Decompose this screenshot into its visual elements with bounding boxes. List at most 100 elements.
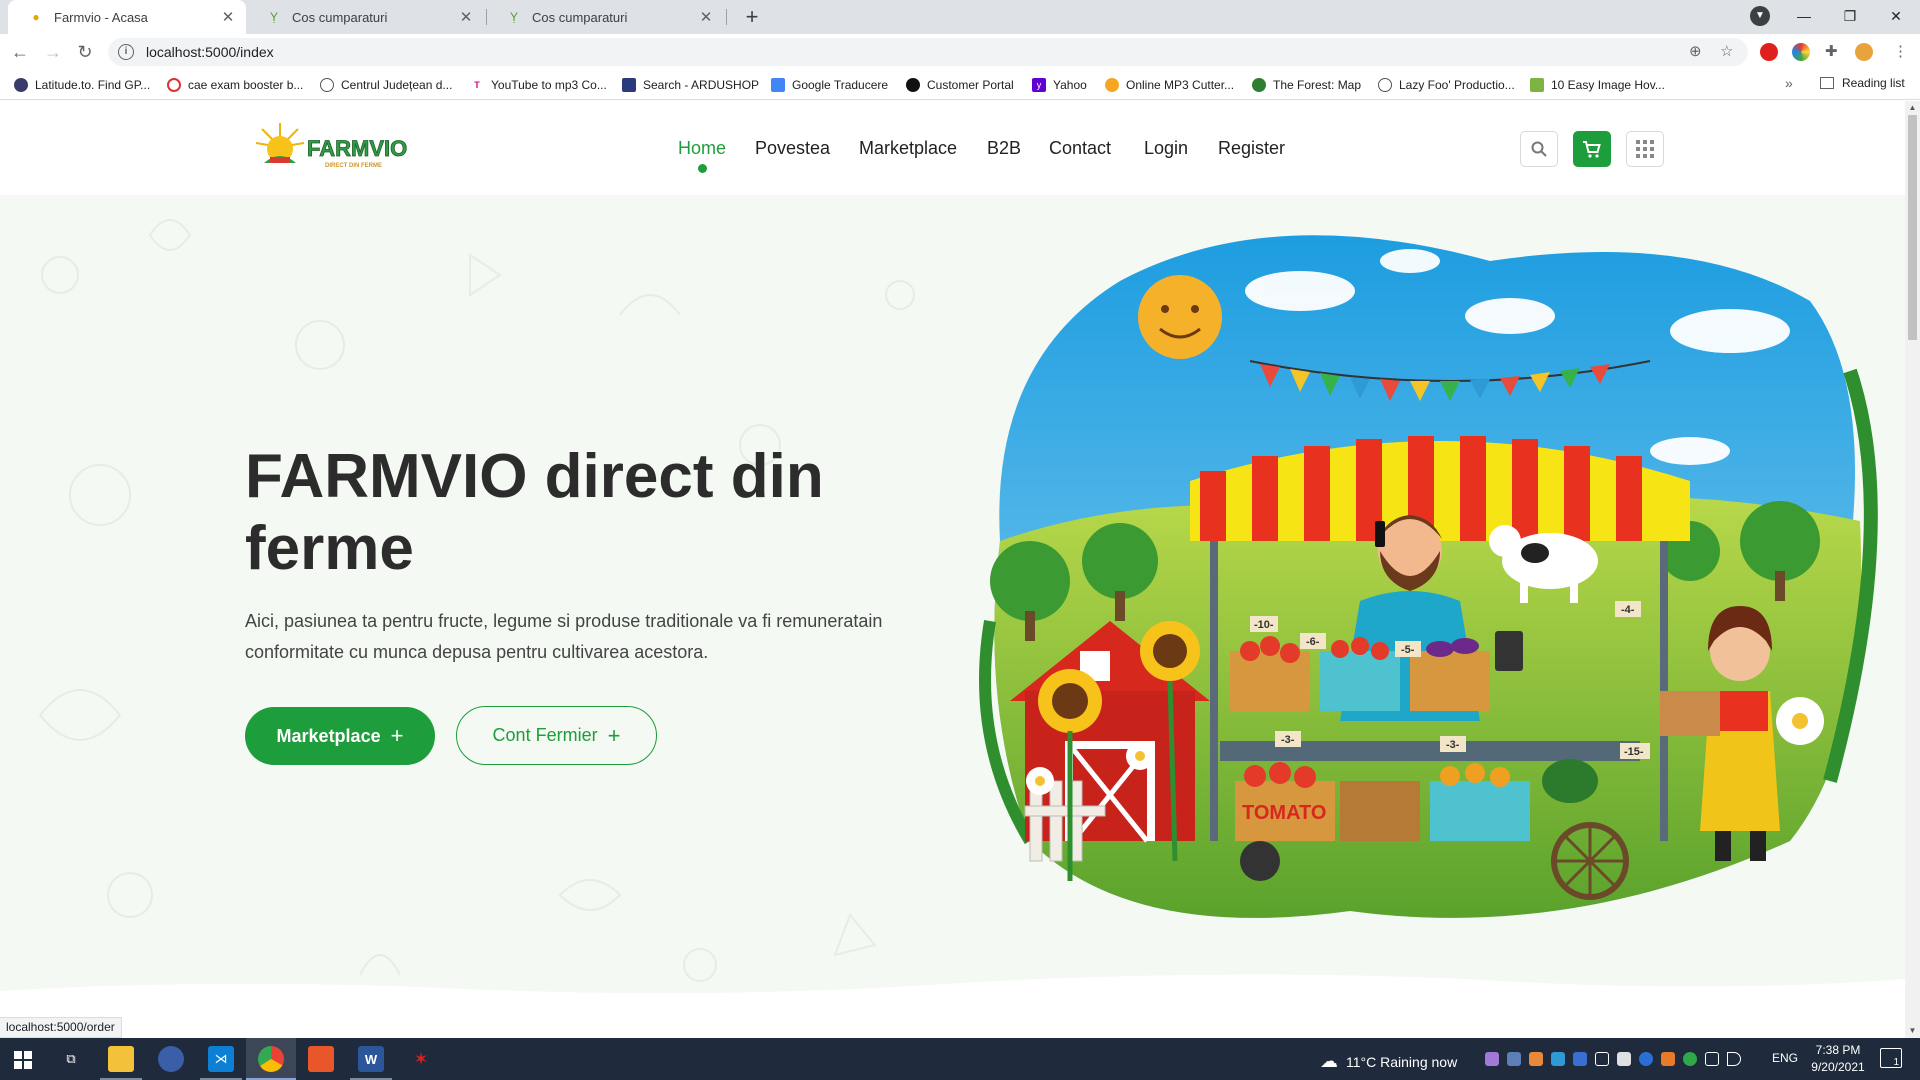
back-icon[interactable]: ←: [8, 40, 32, 64]
clock-date: 9/20/2021: [1811, 1060, 1865, 1074]
tomato-crate-label: TOMATO: [1242, 802, 1326, 824]
extensions-puzzle-icon[interactable]: ✚: [1825, 42, 1838, 60]
bookmark-item[interactable]: Customer Portal: [906, 76, 1014, 94]
cart-favicon-icon: Ỵ: [509, 10, 518, 24]
browser-tab-strip: ● Farmvio - Acasa ✕ Ỵ Cos cumparaturi ✕ …: [0, 0, 1920, 34]
new-tab-icon[interactable]: +: [738, 4, 766, 30]
nav-marketplace[interactable]: Marketplace: [859, 138, 957, 159]
tray-app-icon[interactable]: [1617, 1052, 1631, 1066]
tab-title: Farmvio - Acasa: [54, 9, 148, 25]
bookmark-item[interactable]: Latitude.to. Find GP...: [14, 76, 150, 94]
scroll-up-icon[interactable]: ▲: [1908, 103, 1917, 112]
reading-list-button[interactable]: Reading list: [1820, 76, 1905, 90]
price-tag: -4-: [1621, 604, 1635, 616]
bookmarks-bar: Latitude.to. Find GP... cae exam booster…: [0, 70, 1920, 100]
system-clock[interactable]: 7:38 PM 9/20/2021: [1808, 1042, 1868, 1076]
globe-icon: [1378, 78, 1392, 92]
cart-icon: [1583, 141, 1601, 158]
bookmark-item[interactable]: y Yahoo: [1032, 76, 1087, 94]
profile-avatar[interactable]: [1855, 43, 1873, 61]
scrollbar-thumb[interactable]: [1908, 115, 1917, 340]
nav-contact[interactable]: Contact: [1049, 138, 1111, 159]
minimize-icon[interactable]: —: [1781, 0, 1827, 32]
volume-icon[interactable]: [1727, 1052, 1741, 1066]
bookmark-item[interactable]: Google Traducere: [771, 76, 888, 94]
tray-app-icon[interactable]: [1683, 1052, 1697, 1066]
xampp-icon[interactable]: [308, 1046, 334, 1072]
scroll-down-icon[interactable]: ▼: [1908, 1026, 1917, 1035]
bookmark-item[interactable]: Online MP3 Cutter...: [1105, 76, 1234, 94]
nav-home[interactable]: Home: [678, 138, 726, 159]
word-icon[interactable]: W: [358, 1046, 384, 1072]
bookmark-item[interactable]: Lazy Foo' Productio...: [1378, 76, 1515, 94]
file-explorer-icon[interactable]: [108, 1046, 134, 1072]
logo-tagline: DIRECT DIN FERME: [325, 163, 382, 169]
task-view-icon[interactable]: ⧉: [58, 1046, 84, 1072]
browser-tab-2[interactable]: Ỵ Cos cumparaturi ✕: [246, 0, 484, 34]
bookmark-item[interactable]: T YouTube to mp3 Co...: [470, 76, 607, 94]
tray-app-icon[interactable]: [1551, 1052, 1565, 1066]
google-translate-icon: [771, 78, 785, 92]
forward-icon[interactable]: →: [41, 40, 65, 64]
close-tab-icon[interactable]: ✕: [698, 8, 714, 26]
network-icon[interactable]: [1705, 1052, 1719, 1066]
bookmark-item[interactable]: The Forest: Map: [1252, 76, 1361, 94]
windows-start-icon[interactable]: [14, 1051, 32, 1069]
search-icon: [1531, 141, 1547, 157]
app-icon[interactable]: ✶: [408, 1046, 434, 1072]
active-nav-indicator: [698, 164, 707, 173]
opera-extension-icon[interactable]: [1760, 43, 1778, 61]
weather-widget[interactable]: ☁ 11°C Raining now: [1320, 1051, 1457, 1072]
farmvio-logo[interactable]: FARMVIO DIRECT DIN FERME: [250, 121, 420, 173]
vscode-icon[interactable]: ⋊: [208, 1046, 234, 1072]
nav-login[interactable]: Login: [1144, 138, 1188, 159]
farmer-account-button[interactable]: Cont Fermier +: [456, 706, 657, 765]
search-button[interactable]: [1520, 131, 1558, 167]
reload-icon[interactable]: ↻: [73, 40, 97, 64]
browser-tab-3[interactable]: Ỵ Cos cumparaturi ✕: [486, 0, 724, 34]
address-bar[interactable]: i localhost:5000/index: [108, 38, 1748, 66]
tray-app-icon[interactable]: [1595, 1052, 1609, 1066]
bookmark-star-icon[interactable]: ☆: [1720, 42, 1733, 60]
tray-app-icon[interactable]: [1529, 1052, 1543, 1066]
site-info-icon[interactable]: i: [118, 44, 134, 60]
nav-register[interactable]: Register: [1218, 138, 1285, 159]
apps-menu-button[interactable]: [1626, 131, 1664, 167]
bluetooth-icon[interactable]: [1639, 1052, 1653, 1066]
bookmark-item[interactable]: 10 Easy Image Hov...: [1530, 76, 1665, 94]
tab-separator: [726, 9, 727, 25]
notification-center-icon[interactable]: 1: [1880, 1048, 1902, 1068]
hero-title: FARMVIO direct din ferme: [245, 442, 824, 583]
cart-button[interactable]: [1573, 131, 1611, 167]
chrome-menu-icon[interactable]: ⋮: [1893, 42, 1908, 60]
close-tab-icon[interactable]: ✕: [458, 8, 474, 26]
bookmark-item[interactable]: Search - ARDUSHOP: [622, 76, 759, 94]
logo-wordmark: FARMVIO: [307, 136, 407, 161]
app-icon[interactable]: [158, 1046, 184, 1072]
browser-tab-1[interactable]: ● Farmvio - Acasa ✕: [8, 0, 246, 34]
close-tab-icon[interactable]: ✕: [220, 8, 236, 26]
chrome-icon[interactable]: [258, 1046, 284, 1072]
input-language[interactable]: ENG: [1772, 1051, 1798, 1065]
zoom-icon[interactable]: ⊕: [1689, 42, 1702, 60]
restore-icon[interactable]: ❐: [1827, 0, 1873, 32]
tray-pen-icon[interactable]: [1485, 1052, 1499, 1066]
tray-steam-icon[interactable]: [1507, 1052, 1521, 1066]
color-extension-icon[interactable]: [1792, 43, 1810, 61]
price-tag: -5-: [1401, 644, 1415, 656]
marketplace-button[interactable]: Marketplace +: [245, 707, 435, 765]
close-window-icon[interactable]: ✕: [1873, 0, 1919, 32]
bookmark-item[interactable]: Centrul Județean d...: [320, 76, 452, 94]
web-page: FARMVIO DIRECT DIN FERME Home Povestea M…: [0, 101, 1905, 1038]
tray-app-icon[interactable]: [1573, 1052, 1587, 1066]
nav-povestea[interactable]: Povestea: [755, 138, 830, 159]
tab-search-icon[interactable]: ▼: [1750, 6, 1770, 26]
url-text: localhost:5000/index: [146, 44, 274, 60]
more-bookmarks-icon[interactable]: »: [1785, 75, 1793, 91]
price-tag: -3-: [1446, 739, 1460, 751]
nav-b2b[interactable]: B2B: [987, 138, 1021, 159]
page-scrollbar[interactable]: ▲ ▼: [1905, 101, 1920, 1038]
bookmark-item[interactable]: cae exam booster b...: [167, 76, 303, 94]
link-status-bar: localhost:5000/order: [0, 1017, 122, 1038]
tray-app-icon[interactable]: [1661, 1052, 1675, 1066]
